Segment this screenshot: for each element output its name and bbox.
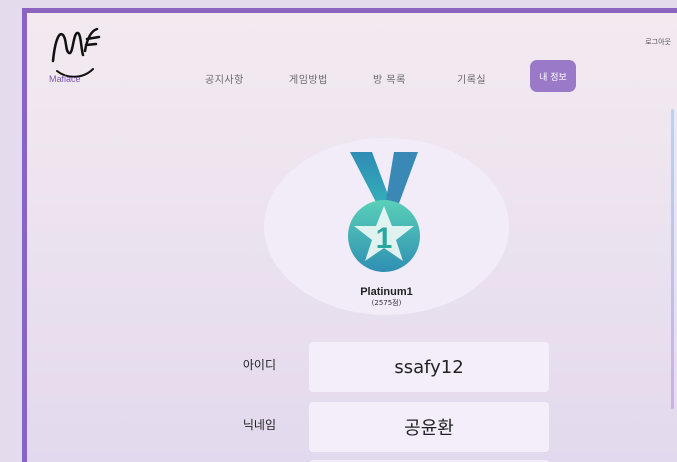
medal-number: 1 bbox=[376, 222, 393, 255]
nickname-value: 공윤환 bbox=[309, 402, 549, 452]
mafiace-logo[interactable] bbox=[47, 21, 107, 81]
tier-name: Platinum1 bbox=[360, 286, 413, 298]
nav-notice[interactable]: 공지사항 bbox=[205, 71, 244, 86]
nav-how-to-play[interactable]: 게임방법 bbox=[289, 71, 328, 86]
app-frame: Mafiace 공지사항 게임방법 방 목록 기록실 내 정보 로그아웃 1 P… bbox=[22, 8, 677, 462]
tier-points: (2575점) bbox=[371, 299, 402, 307]
nav-records[interactable]: 기록실 bbox=[457, 71, 486, 86]
tier-card: 1 Platinum1 (2575점) bbox=[264, 138, 509, 315]
nav-room-list[interactable]: 방 목록 bbox=[373, 71, 406, 86]
logout-link[interactable]: 로그아웃 bbox=[645, 37, 671, 47]
scrollbar[interactable] bbox=[671, 109, 674, 409]
brand-name: Mafiace bbox=[49, 74, 81, 84]
medal-icon: 1 bbox=[348, 152, 420, 272]
id-label: 아이디 bbox=[242, 358, 276, 372]
id-value: ssafy12 bbox=[309, 342, 549, 392]
nav-my-info[interactable]: 내 정보 bbox=[530, 60, 576, 92]
nickname-label: 닉네임 bbox=[242, 418, 276, 432]
